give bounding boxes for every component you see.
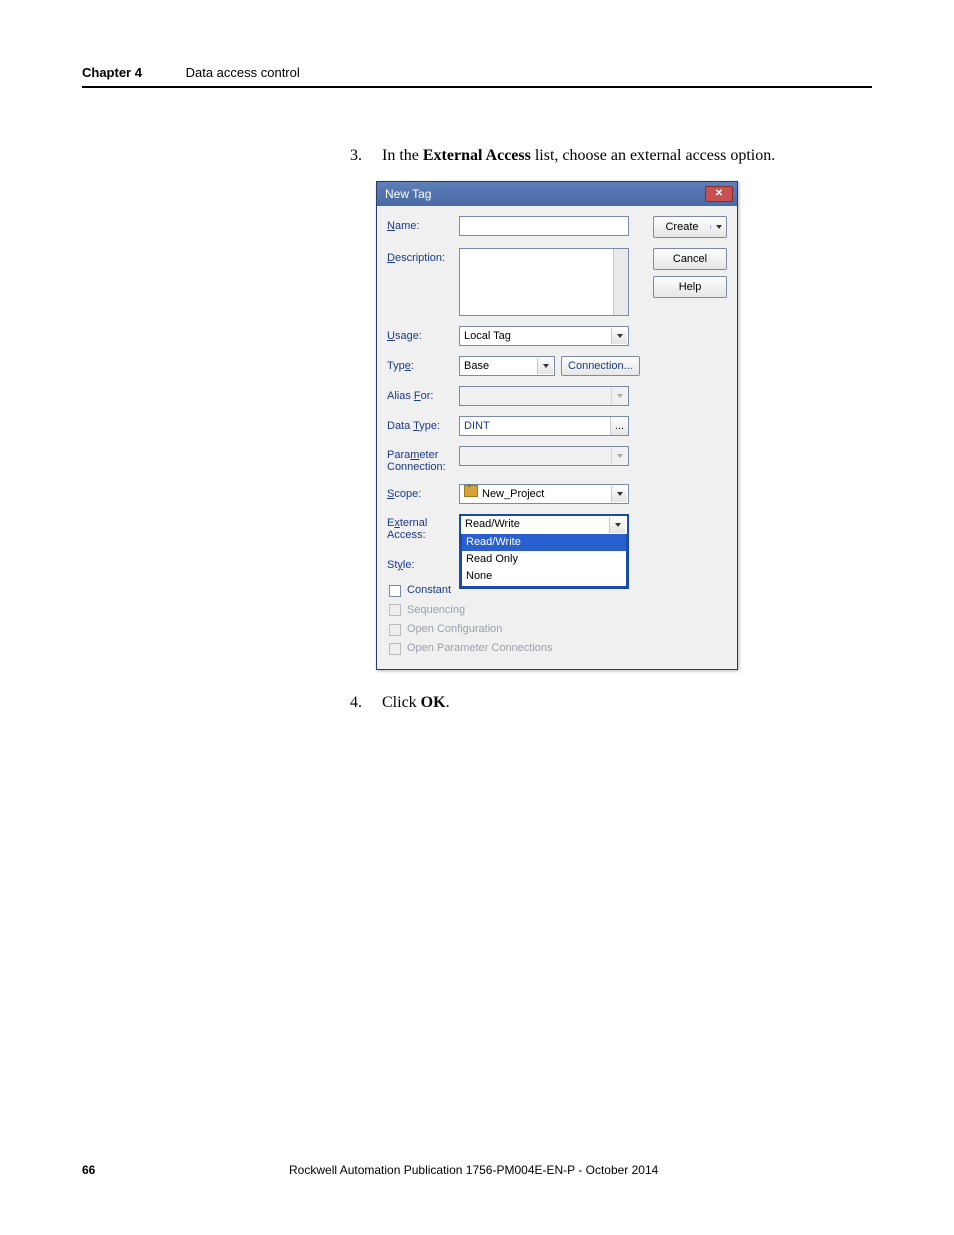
step-text: In the External Access list, choose an e…: [382, 145, 775, 167]
usage-combo[interactable]: Local Tag: [459, 326, 629, 346]
dialog-titlebar: New Tag ✕: [377, 182, 737, 206]
section-title: Data access control: [186, 65, 300, 80]
external-access-label: ExternalAccess:: [387, 514, 459, 541]
alias-for-combo: [459, 386, 629, 406]
external-access-option[interactable]: Read/Write: [462, 534, 626, 551]
external-access-option[interactable]: None: [462, 568, 626, 585]
scroll-up-icon[interactable]: [619, 253, 625, 257]
external-access-dropdown-list: Read/Write Read Only None: [461, 534, 627, 587]
help-button[interactable]: Help: [653, 276, 727, 298]
chevron-down-icon: [611, 388, 627, 404]
chevron-down-icon: [611, 328, 627, 344]
type-label: Type:: [387, 356, 459, 374]
style-label: Style:: [387, 555, 459, 573]
body-content: 3. In the External Access list, choose a…: [350, 145, 870, 726]
scope-label: Scope:: [387, 484, 459, 502]
sequencing-checkbox-row: Sequencing: [389, 603, 727, 618]
dialog-body: Name: Create Description:: [377, 206, 737, 668]
description-label: Description:: [387, 248, 459, 266]
dialog-title-text: New Tag: [385, 186, 431, 203]
data-type-browse-button[interactable]: ...: [610, 417, 628, 435]
project-icon: [464, 485, 478, 497]
cancel-button[interactable]: Cancel: [653, 248, 727, 270]
checkbox-icon: [389, 585, 401, 597]
step-4: 4. Click OK.: [350, 692, 870, 714]
chevron-down-icon: [609, 517, 625, 533]
name-label: Name:: [387, 216, 459, 234]
create-button[interactable]: Create: [653, 216, 727, 238]
publication-info: Rockwell Automation Publication 1756-PM0…: [95, 1163, 852, 1177]
create-dropdown-icon[interactable]: [710, 225, 726, 229]
step-3: 3. In the External Access list, choose a…: [350, 145, 870, 167]
chevron-down-icon: [537, 358, 553, 374]
chevron-down-icon: [611, 486, 627, 502]
description-textarea[interactable]: [459, 248, 629, 316]
checkbox-icon: [389, 604, 401, 616]
checkbox-icon: [389, 624, 401, 636]
param-conn-label: ParameterConnection:: [387, 446, 459, 473]
step-number: 4.: [350, 692, 364, 714]
alias-for-label: Alias For:: [387, 386, 459, 404]
open-config-checkbox-row: Open Configuration: [389, 622, 727, 637]
page-number: 66: [82, 1163, 95, 1177]
page-header: Chapter 4 Data access control: [82, 65, 872, 88]
scope-combo[interactable]: New_Project: [459, 484, 629, 504]
new-tag-dialog: New Tag ✕ Name: Create Description:: [376, 181, 738, 669]
step-number: 3.: [350, 145, 364, 167]
chevron-down-icon: [611, 448, 627, 464]
connection-button[interactable]: Connection...: [561, 356, 640, 376]
external-access-option[interactable]: Read Only: [462, 551, 626, 568]
checkbox-icon: [389, 643, 401, 655]
data-type-input-wrap: ...: [459, 416, 629, 436]
usage-label: Usage:: [387, 326, 459, 344]
data-type-input[interactable]: [460, 417, 610, 435]
name-input[interactable]: [459, 216, 629, 236]
scroll-down-icon[interactable]: [619, 307, 625, 311]
page-footer: 66 Rockwell Automation Publication 1756-…: [82, 1163, 872, 1177]
close-button[interactable]: ✕: [705, 186, 733, 202]
type-combo[interactable]: Base: [459, 356, 555, 376]
step-text: Click OK.: [382, 692, 450, 714]
chapter-label: Chapter 4: [82, 65, 142, 80]
external-access-combo[interactable]: Read/Write Read/Write Read Only None: [459, 514, 629, 589]
data-type-label: Data Type:: [387, 416, 459, 434]
param-conn-combo: [459, 446, 629, 466]
open-param-conn-checkbox-row: Open Parameter Connections: [389, 641, 727, 656]
